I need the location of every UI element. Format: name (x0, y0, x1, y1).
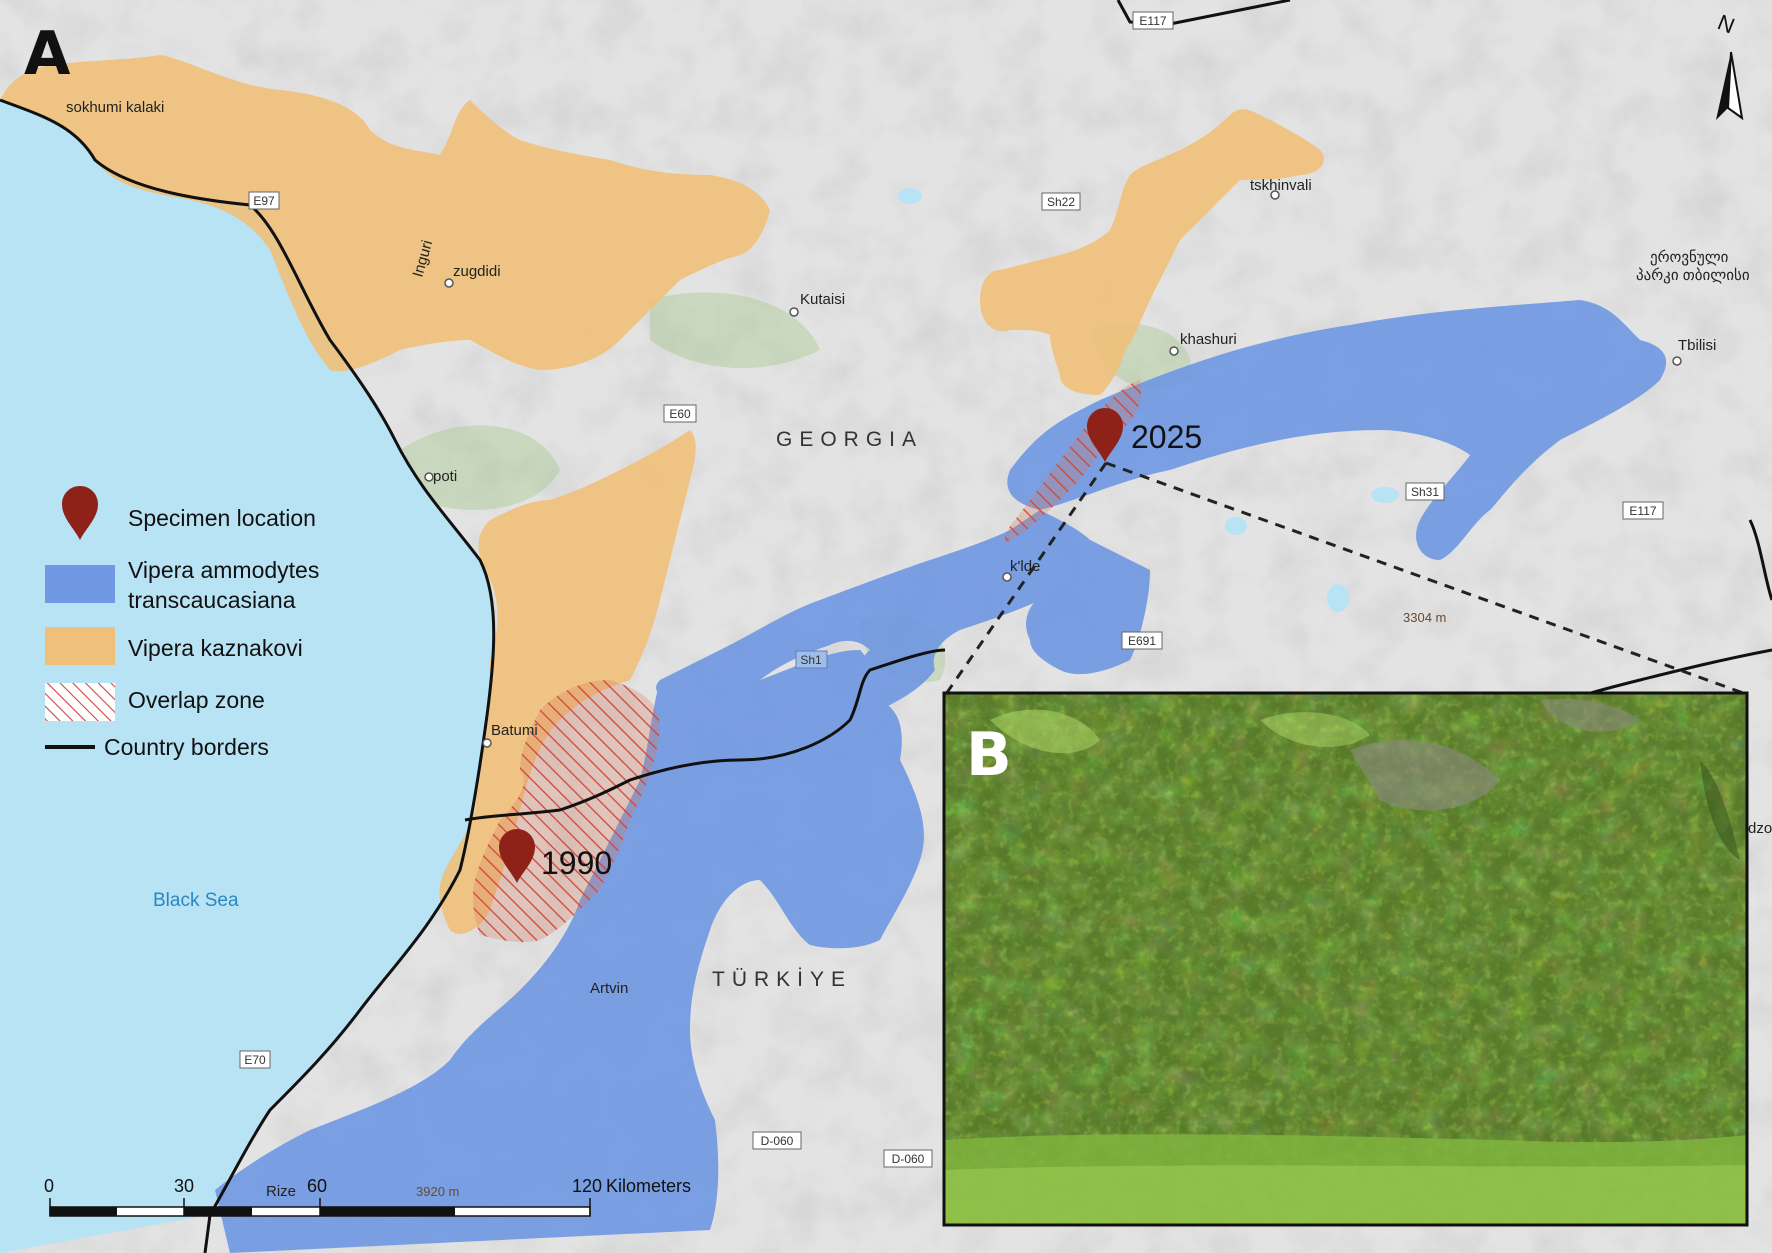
black-sea-label: Black Sea (153, 890, 239, 911)
scale-tick-30: 30 (174, 1176, 194, 1196)
legend-overlap-swatch (45, 683, 115, 721)
scale-unit: Kilometers (606, 1176, 691, 1196)
scale-tick-120: 120 (572, 1176, 602, 1196)
legend-vat-label-line2: transcaucasiana (128, 587, 296, 613)
scale-tick-0: 0 (44, 1176, 54, 1196)
legend-vat-swatch (45, 565, 115, 603)
svg-text:E70: E70 (244, 1053, 266, 1067)
place-label-park-line2: პარკი თბილისი (1636, 267, 1750, 284)
place-label-klde: k'lde (1010, 558, 1040, 575)
place-label-tskhinvali: tskhinvali (1250, 177, 1312, 194)
scale-tick-60: 60 (307, 1176, 327, 1196)
svg-text:Sh31: Sh31 (1411, 485, 1439, 499)
svg-text:E97: E97 (253, 194, 275, 208)
place-label-rize: Rize (266, 1183, 296, 1200)
elevation-label-2: 3920 m (416, 1184, 459, 1199)
svg-text:Sh1: Sh1 (800, 653, 822, 667)
svg-text:E117: E117 (1629, 504, 1656, 518)
road-shield-sh31: Sh31 (1405, 482, 1445, 501)
svg-text:Sh22: Sh22 (1047, 195, 1075, 209)
place-label-kutaisi: Kutaisi (800, 291, 845, 308)
place-label-sokhumi: sokhumi kalaki (66, 99, 164, 116)
svg-text:E691: E691 (1128, 634, 1156, 648)
road-shield-e117a: E117 (1132, 11, 1174, 30)
legend-vk-swatch (45, 627, 115, 665)
road-shield-e60: E60 (663, 404, 697, 423)
country-label-georgia: GEORGIA (776, 428, 923, 451)
road-shield-sh1: Sh1 (795, 650, 828, 669)
legend-specimen-label: Specimen location (128, 505, 316, 531)
country-label-turkiye: TÜRKİYE (712, 968, 852, 991)
map: GEORGIA TÜRKİYE Black Sea sokhumi kalaki… (0, 0, 1772, 1253)
legend-overlap-label: Overlap zone (128, 687, 265, 713)
place-label-artvin: Artvin (590, 980, 628, 997)
panel-label-b: B (966, 720, 1012, 790)
place-label-edge: dzo (1748, 820, 1772, 837)
figure: GEORGIA TÜRKİYE Black Sea sokhumi kalaki… (0, 0, 1772, 1253)
road-shield-e97: E97 (248, 191, 280, 210)
road-shield-sh22: Sh22 (1041, 192, 1081, 211)
place-label-zugdidi: zugdidi (453, 263, 501, 280)
legend-vk-label: Vipera kaznakovi (128, 635, 303, 661)
panel-label-a: A (24, 19, 71, 89)
elevation-label-1: 3304 m (1403, 610, 1446, 625)
road-shield-d060a: D-060 (752, 1131, 802, 1150)
road-shield-e691: E691 (1121, 631, 1163, 650)
place-label-poti: poti (433, 468, 457, 485)
place-label-batumi: Batumi (491, 722, 538, 739)
svg-text:D-060: D-060 (892, 1152, 925, 1166)
legend-border-label: Country borders (104, 734, 269, 760)
specimen-year-2025: 2025 (1131, 419, 1202, 455)
road-shield-e117b: E117 (1622, 501, 1664, 520)
road-shield-e70: E70 (239, 1050, 271, 1069)
legend-vat-label-line1: Vipera ammodytes (128, 557, 319, 583)
svg-text:D-060: D-060 (761, 1134, 794, 1148)
habitat-photo: B (942, 691, 1749, 1227)
place-label-khashuri: khashuri (1180, 331, 1237, 348)
svg-text:E60: E60 (669, 407, 691, 421)
svg-text:E117: E117 (1139, 14, 1166, 28)
place-label-tbilisi: Tbilisi (1678, 337, 1716, 354)
specimen-year-1990: 1990 (541, 845, 612, 881)
place-label-park-line1: ეროვნული (1650, 249, 1729, 266)
road-shield-d060b: D-060 (883, 1149, 933, 1168)
